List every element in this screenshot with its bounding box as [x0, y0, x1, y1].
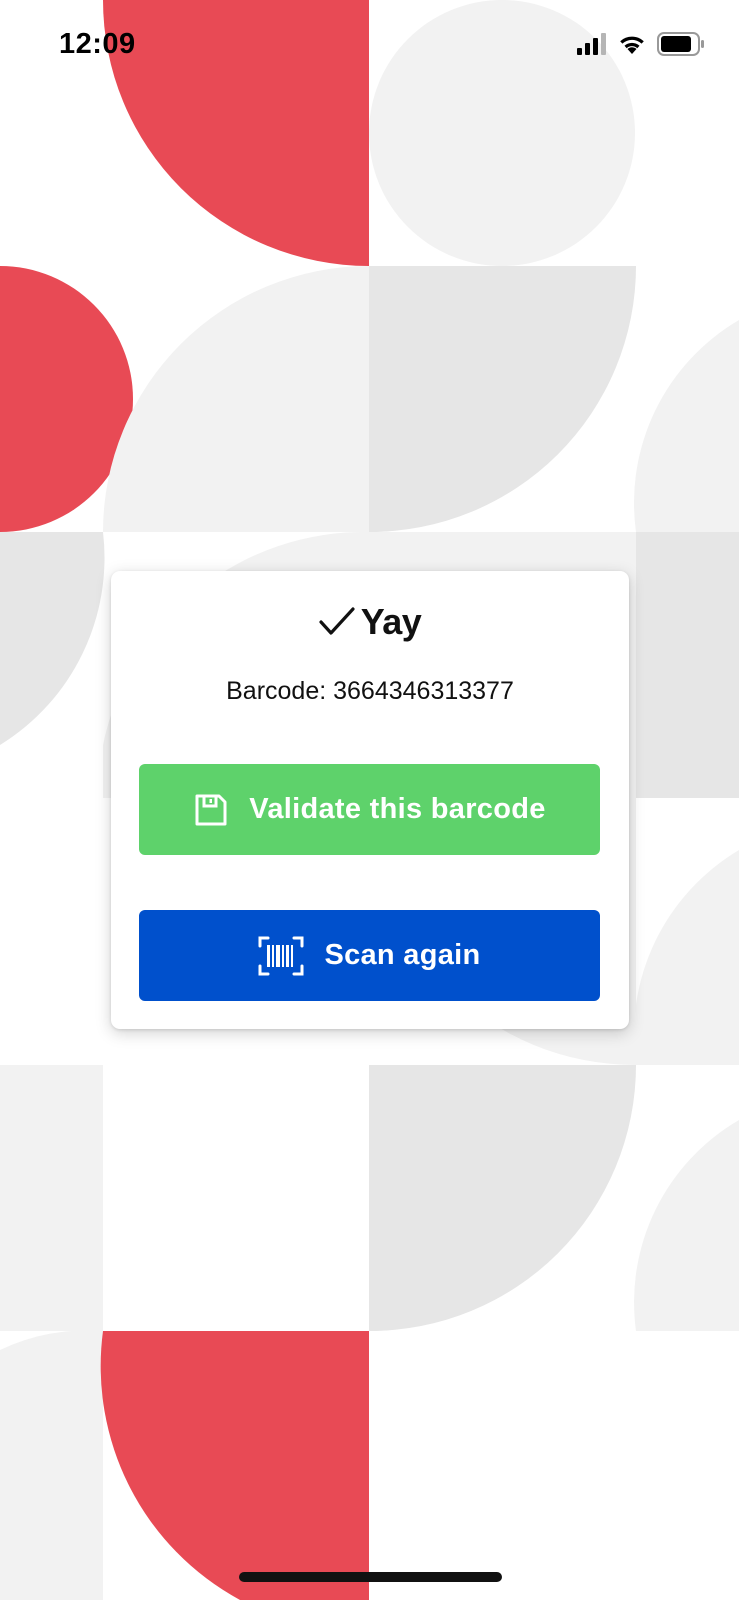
app-screen: 12:09 Yay Barcode: 3664346313377 Validat…	[0, 0, 739, 1600]
validate-barcode-button[interactable]: Validate this barcode	[139, 764, 600, 855]
cellular-signal-icon	[577, 33, 607, 60]
bg-shape	[633, 850, 739, 1065]
checkmark-icon	[319, 607, 355, 637]
dialog-title: Yay	[111, 601, 629, 643]
status-time: 12:09	[59, 28, 136, 60]
floppy-disk-icon	[193, 792, 229, 828]
bg-shape	[100, 1331, 369, 1600]
dialog-title-text: Yay	[360, 601, 422, 642]
bg-shape	[636, 532, 739, 798]
bg-shape	[369, 1065, 636, 1332]
home-indicator	[239, 1572, 502, 1582]
barcode-scan-icon	[258, 936, 304, 976]
status-bar: 12:09	[0, 0, 739, 94]
scan-again-button[interactable]: Scan again	[139, 910, 600, 1001]
result-dialog: Yay Barcode: 3664346313377 Validate this…	[111, 571, 629, 1029]
wifi-icon	[617, 33, 647, 60]
bg-shape	[0, 1065, 103, 1331]
validate-button-label: Validate this barcode	[249, 793, 546, 825]
bg-shape	[634, 320, 739, 532]
battery-icon	[657, 32, 705, 61]
bg-shape	[369, 266, 636, 533]
scan-again-button-label: Scan again	[324, 939, 481, 971]
bg-shape	[0, 532, 105, 745]
bg-shape	[0, 1330, 103, 1600]
barcode-value: Barcode: 3664346313377	[226, 677, 514, 705]
status-icons	[577, 32, 705, 61]
bg-shape	[634, 1120, 739, 1331]
bg-shape	[103, 266, 369, 532]
